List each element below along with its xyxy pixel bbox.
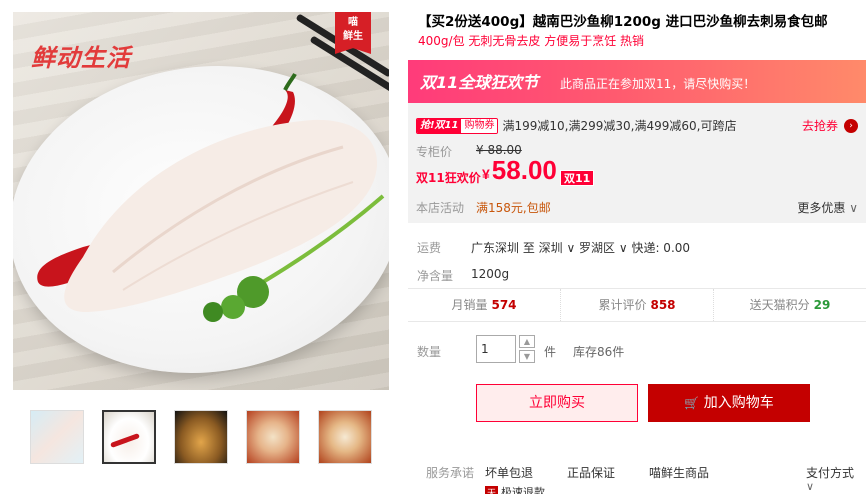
- chevron-down-icon: ∨: [849, 201, 858, 215]
- thumbnail[interactable]: [174, 410, 228, 464]
- shipping-value[interactable]: 广东深圳 至 深圳 ∨ 罗湖区 ∨ 快递: 0.00: [471, 239, 690, 256]
- promo-message: 此商品正在参加双11，请尽快购买！: [560, 77, 756, 91]
- thumbnail-image: [31, 411, 83, 463]
- payment-methods[interactable]: 支付方式: [806, 464, 854, 481]
- fast-refund[interactable]: 天 极速退款: [485, 484, 545, 494]
- store-activity-label: 本店活动: [416, 201, 465, 215]
- service-item[interactable]: 坏单包退: [485, 464, 533, 481]
- corner-tag: 喵 鲜生: [335, 12, 371, 54]
- currency-symbol: ¥: [482, 166, 490, 182]
- thumbnail-image: [319, 411, 371, 463]
- service-item[interactable]: 喵鲜生商品: [649, 464, 709, 481]
- product-page: 鲜动生活 喵 鲜生 【买2份送400g】越南巴沙鱼柳1200g 进口巴沙鱼柳去刺…: [0, 0, 867, 494]
- chevron-right-icon: ›: [844, 118, 858, 133]
- orig-price-label: 专柜价: [416, 145, 453, 159]
- thumbnail-image: [247, 411, 299, 463]
- increment-button[interactable]: ▲: [519, 335, 535, 348]
- chevron-down-icon[interactable]: ∨: [806, 480, 814, 493]
- more-discounts-label: 更多优惠: [797, 201, 846, 215]
- sale-price-value: 58.00: [491, 155, 557, 185]
- thumbnail[interactable]: [318, 410, 372, 464]
- total-reviews[interactable]: 累计评价 858: [561, 289, 714, 321]
- coupon-text: 满199减10,满299减30,满499减60,可跨店: [502, 119, 737, 133]
- main-product-image[interactable]: 鲜动生活 喵 鲜生: [13, 12, 389, 390]
- shipping-label: 运费: [417, 241, 442, 255]
- tmall-tag: 天: [485, 485, 499, 494]
- store-activity-value: 满158元,包邮: [476, 201, 551, 215]
- service-items: 坏单包退 正品保证 喵鲜生商品: [485, 464, 709, 481]
- stat-label: 送天猫积分: [749, 298, 810, 312]
- double11-logo: 双11全球狂欢节: [420, 73, 539, 92]
- stat-value: 29: [813, 298, 831, 312]
- thumbnail-image: [175, 411, 227, 463]
- tmall-points: 送天猫积分 29: [714, 289, 866, 321]
- promo-banner[interactable]: 双11全球狂欢节 此商品正在参加双11，请尽快购买！: [408, 60, 866, 103]
- thumbnail-strip: [30, 410, 372, 464]
- quantity-stepper: ▲ ▼: [519, 335, 535, 363]
- add-to-cart-button[interactable]: 🛒 加入购物车: [648, 384, 810, 422]
- service-item[interactable]: 正品保证: [567, 464, 615, 481]
- decrement-button[interactable]: ▼: [519, 350, 535, 363]
- corner-tag-text: 喵 鲜生: [343, 17, 363, 42]
- product-subtitle: 400g/包 无刺无骨去皮 方便易于烹饪 热销: [418, 34, 645, 48]
- thumbnail[interactable]: [246, 410, 300, 464]
- grab-coupon-link[interactable]: 去抢券 ›: [802, 117, 858, 134]
- fast-refund-label: 极速退款: [501, 486, 546, 494]
- service-label: 服务承诺: [426, 466, 475, 480]
- double11-badge: 双11: [560, 170, 595, 186]
- coupon-tag-grab: 抢!双11: [417, 118, 462, 133]
- coupon-tag: 抢!双11 购物券: [416, 117, 499, 134]
- cart-icon: 🛒: [684, 396, 700, 410]
- add-to-cart-label: 加入购物车: [703, 395, 774, 411]
- stat-value: 574: [491, 298, 517, 312]
- stat-value: 858: [650, 298, 676, 312]
- product-title: 【买2份送400g】越南巴沙鱼柳1200g 进口巴沙鱼柳去刺易食包邮: [418, 14, 828, 30]
- net-weight-label: 净含量: [417, 269, 454, 283]
- sales-stats: 月销量 574 累计评价 858 送天猫积分 29: [408, 288, 866, 322]
- thumbnail-active[interactable]: [102, 410, 156, 464]
- sale-price: ¥58.00: [482, 155, 557, 186]
- quantity-unit: 件: [544, 345, 557, 359]
- stat-label: 月销量: [451, 298, 488, 312]
- quantity-label: 数量: [417, 345, 442, 359]
- more-discounts-link[interactable]: 更多优惠 ∨: [797, 199, 858, 216]
- buy-now-button[interactable]: 立即购买: [476, 384, 638, 422]
- grab-coupon-label: 去抢券: [801, 119, 838, 133]
- sale-price-label: 双11狂欢价: [416, 171, 481, 185]
- thumbnail[interactable]: [30, 410, 84, 464]
- stock-count: 库存86件: [573, 345, 625, 359]
- monthly-sales: 月销量 574: [408, 289, 561, 321]
- coupon-row: 抢!双11 购物券 满199减10,满299减30,满499减60,可跨店: [416, 117, 736, 134]
- brand-logo: 鲜动生活: [31, 44, 131, 72]
- net-weight-value: 1200g: [471, 267, 510, 281]
- stat-label: 累计评价: [598, 298, 647, 312]
- coupon-tag-label: 购物券: [461, 118, 498, 133]
- price-box: 抢!双11 购物券 满199减10,满299减30,满499减60,可跨店 去抢…: [408, 103, 866, 223]
- quantity-input[interactable]: 1: [476, 335, 516, 363]
